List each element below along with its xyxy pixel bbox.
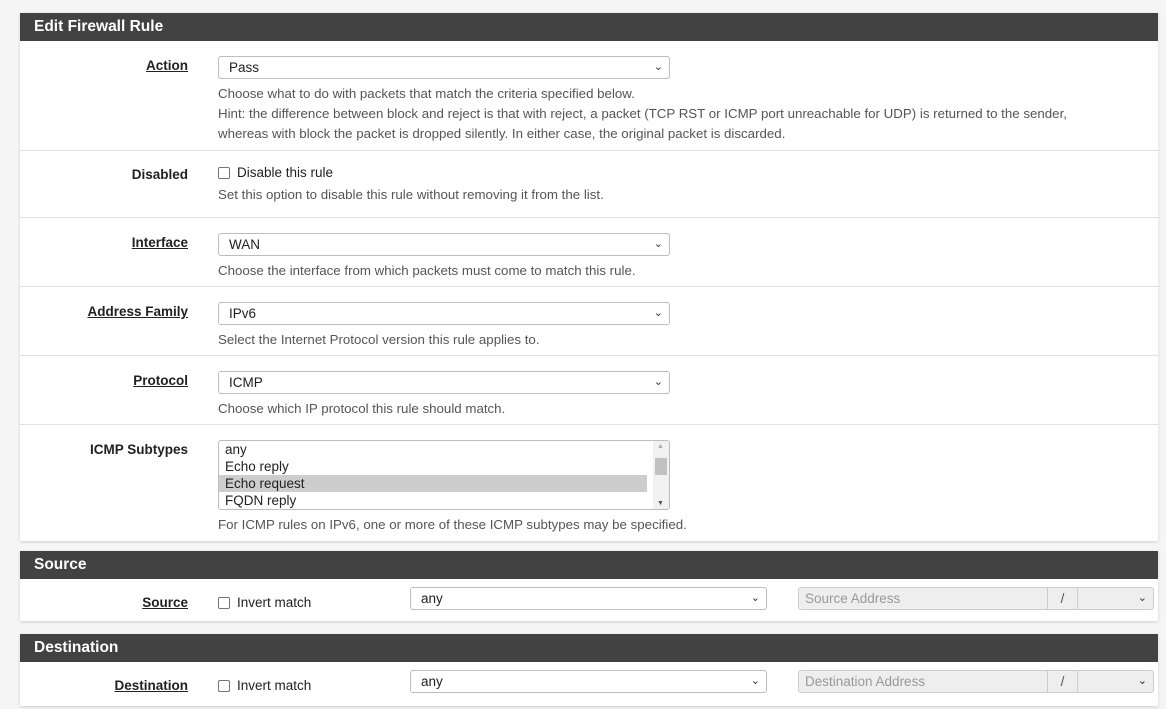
invert-match-label: Invert match xyxy=(237,678,312,693)
invert-match-label: Invert match xyxy=(237,595,312,610)
slash-separator: / xyxy=(1048,671,1078,692)
icmp-subtypes-row: ICMP Subtypes any Echo reply Echo reques… xyxy=(20,425,1158,541)
action-value: Pass xyxy=(229,60,260,75)
list-option[interactable]: Echo reply xyxy=(219,458,647,475)
chevron-down-icon: ⌄ xyxy=(750,675,760,687)
destination-mask-select[interactable]: ⌄ xyxy=(1078,671,1153,692)
checkbox-icon xyxy=(218,597,230,609)
source-label: Source xyxy=(142,595,188,610)
icmp-subtypes-help: For ICMP rules on IPv6, one or more of t… xyxy=(218,517,687,532)
interface-value: WAN xyxy=(229,237,260,252)
icmp-subtypes-label: ICMP Subtypes xyxy=(89,442,188,457)
action-label: Action xyxy=(146,58,188,73)
panel-title: Source xyxy=(20,551,1158,579)
disable-rule-label: Disable this rule xyxy=(237,165,334,180)
address-family-label: Address Family xyxy=(87,304,188,319)
source-mask-select[interactable]: ⌄ xyxy=(1078,588,1153,609)
disabled-help: Set this option to disable this rule wit… xyxy=(218,187,604,202)
destination-type-value: any xyxy=(421,674,443,689)
list-option[interactable]: FQDN reply xyxy=(219,492,647,509)
action-select[interactable]: Pass ⌄ xyxy=(218,56,670,79)
destination-panel: Destination Destination Invert match any… xyxy=(20,634,1158,706)
source-type-select[interactable]: any ⌄ xyxy=(410,587,767,610)
protocol-row: Protocol ICMP ⌄ Choose which IP protocol … xyxy=(20,356,1158,425)
chevron-down-icon: ⌄ xyxy=(653,238,663,250)
chevron-down-icon: ⌄ xyxy=(1137,592,1147,604)
address-family-select[interactable]: IPv6 ⌄ xyxy=(218,302,670,325)
protocol-select[interactable]: ICMP ⌄ xyxy=(218,371,670,394)
checkbox-icon xyxy=(218,167,230,179)
list-option-selected[interactable]: Echo request xyxy=(219,475,647,492)
address-family-row: Address Family IPv6 ⌄ Select the Internet… xyxy=(20,287,1158,356)
protocol-value: ICMP xyxy=(229,375,263,390)
interface-label: Interface xyxy=(131,235,188,250)
action-help: Choose what to do with packets that matc… xyxy=(218,86,635,101)
disabled-row: Disabled Disable this rule Set this opti… xyxy=(20,151,1158,218)
chevron-down-icon: ⌄ xyxy=(1137,675,1147,687)
chevron-down-icon: ⌄ xyxy=(750,592,760,604)
disabled-label: Disabled xyxy=(131,167,188,182)
disable-rule-checkbox[interactable]: Disable this rule xyxy=(218,165,604,180)
chevron-down-icon: ⌄ xyxy=(653,376,663,388)
checkbox-icon xyxy=(218,680,230,692)
slash-separator: / xyxy=(1048,588,1078,609)
source-panel: Source Source Invert match any ⌄ Source A… xyxy=(20,551,1158,621)
source-invert-checkbox[interactable]: Invert match xyxy=(218,595,311,610)
interface-select[interactable]: WAN ⌄ xyxy=(218,233,670,256)
panel-title: Destination xyxy=(20,634,1158,662)
destination-invert-checkbox[interactable]: Invert match xyxy=(218,678,311,693)
protocol-label: Protocol xyxy=(133,373,188,388)
interface-help: Choose the interface from which packets … xyxy=(218,263,636,278)
interface-row: Interface WAN ⌄ Choose the interface from… xyxy=(20,218,1158,287)
address-family-value: IPv6 xyxy=(229,306,257,321)
destination-address-input[interactable]: Destination Address xyxy=(799,671,1048,692)
source-type-value: any xyxy=(421,591,443,606)
scrollbar[interactable]: ▲ ▼ xyxy=(653,441,669,509)
icmp-subtypes-list[interactable]: any Echo reply Echo request FQDN reply ▲… xyxy=(218,440,670,510)
chevron-down-icon: ⌄ xyxy=(653,61,663,73)
list-option[interactable]: any xyxy=(219,441,647,458)
address-family-help: Select the Internet Protocol version thi… xyxy=(218,332,540,347)
destination-type-select[interactable]: any ⌄ xyxy=(410,670,767,693)
action-row: Action Pass ⌄ Choose what to do with pack… xyxy=(20,41,1158,151)
destination-label: Destination xyxy=(114,678,188,693)
panel-title: Edit Firewall Rule xyxy=(20,13,1158,41)
chevron-down-icon: ⌄ xyxy=(653,307,663,319)
action-hint: Hint: the difference between block and r… xyxy=(218,106,1067,141)
protocol-help: Choose which IP protocol this rule shoul… xyxy=(218,401,506,416)
source-address-input[interactable]: Source Address xyxy=(799,588,1048,609)
edit-firewall-rule-panel: Edit Firewall Rule Action Pass ⌄ Choose w… xyxy=(20,13,1158,541)
